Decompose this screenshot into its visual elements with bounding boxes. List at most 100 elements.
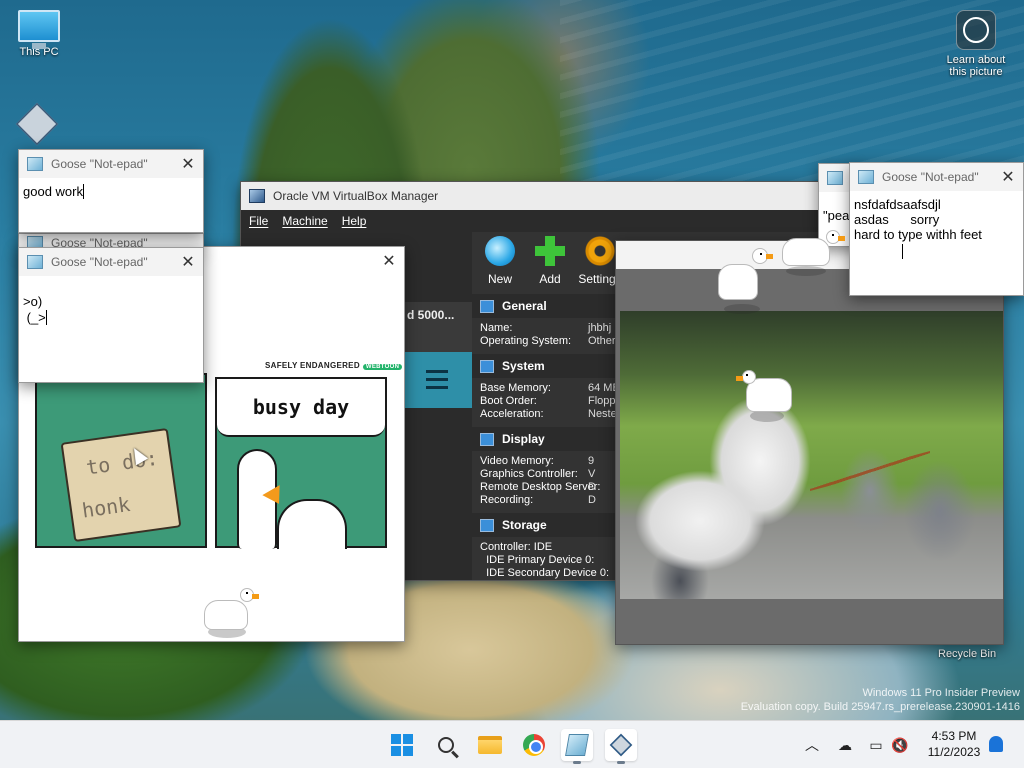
- virtualbox-icon: [15, 102, 59, 146]
- video-window[interactable]: [615, 240, 1004, 645]
- camera-icon: [956, 10, 996, 50]
- menu-file[interactable]: File: [249, 214, 268, 228]
- new-button[interactable]: New: [478, 236, 522, 294]
- section-title: General: [502, 299, 547, 313]
- new-label: New: [487, 272, 512, 286]
- notepad-window[interactable]: Goose "Not-epad" ✕ >o) (_>: [18, 247, 204, 383]
- notepad-text-area[interactable]: nsfdafdsaafsdjl asdas sorry hard to type…: [850, 191, 1023, 248]
- video-frame[interactable]: [620, 311, 1003, 599]
- comic-brand: SAFELY ENDANGERED WEBTOON: [265, 361, 403, 370]
- detail-key: Acceleration:: [480, 408, 544, 420]
- text-caret: [82, 184, 84, 199]
- window-titlebar[interactable]: Goose "Not-epad" ✕: [19, 150, 203, 178]
- monitor-icon: [18, 10, 60, 49]
- virtualbox-icon: [249, 189, 265, 203]
- detail-key: Name:: [480, 322, 513, 334]
- comic-panel-busy-day: busy day: [215, 377, 387, 549]
- mud-trail: [810, 451, 930, 491]
- windows-watermark: Windows 11 Pro Insider Preview Evaluatio…: [741, 686, 1020, 714]
- notepad-text-area[interactable]: good work: [19, 178, 203, 206]
- volume-muted-icon: 🔇: [891, 736, 909, 753]
- network-icon-button[interactable]: ▭: [866, 721, 886, 768]
- storage-icon: [480, 518, 494, 532]
- close-icon[interactable]: ✕: [173, 248, 203, 276]
- virtualbox-icon: [609, 733, 633, 757]
- tray-app-icon[interactable]: ☁: [834, 721, 856, 768]
- recycle-bin-label[interactable]: Recycle Bin: [938, 648, 996, 660]
- brand-text: SAFELY ENDANGERED: [265, 361, 360, 370]
- desktop-icon-label: Learn about this picture: [946, 54, 1006, 78]
- cloud-off-icon: ☁: [838, 736, 852, 753]
- notepad-window[interactable]: Goose "Not-epad" ✕ good work: [18, 149, 204, 233]
- notepad-taskbar-button[interactable]: [561, 729, 593, 764]
- display-icon: [480, 432, 494, 446]
- text-caret: [45, 310, 47, 325]
- detail-key: Recording:: [480, 494, 534, 506]
- virtualbox-taskbar-button[interactable]: [605, 729, 637, 764]
- notepad-icon: [565, 734, 589, 756]
- vm-list-item[interactable]: d 5000...: [401, 302, 472, 358]
- section-title: Display: [502, 432, 545, 446]
- add-button[interactable]: Add: [528, 236, 572, 294]
- start-button[interactable]: [386, 729, 418, 761]
- watermark-line1: Windows 11 Pro Insider Preview: [862, 687, 1020, 699]
- search-button[interactable]: [430, 729, 462, 761]
- chrome-button[interactable]: [518, 729, 550, 761]
- desktop-icon-learn-about-picture[interactable]: Learn about this picture: [936, 10, 1016, 78]
- add-label: Add: [539, 272, 561, 286]
- detail-value: jhbhj: [588, 322, 612, 334]
- close-icon[interactable]: ✕: [993, 163, 1023, 191]
- notepad-icon: [858, 170, 874, 184]
- taskbar: ︿ ☁ ▭ 🔇 4:53 PM 11/2/2023: [0, 720, 1024, 768]
- window-title: Goose "Not-epad": [51, 255, 148, 269]
- desktop-goose[interactable]: [202, 586, 262, 642]
- desktop-icon-virtualbox[interactable]: [12, 102, 62, 148]
- detail-value: D: [588, 494, 596, 506]
- desktop-icon-this-pc[interactable]: This PC: [0, 10, 78, 58]
- chip-icon: [480, 359, 494, 373]
- notepad-icon: [827, 171, 843, 185]
- close-icon[interactable]: ✕: [173, 150, 203, 178]
- windows-logo-icon: [391, 734, 413, 756]
- detail-key: Base Memory:: [480, 382, 551, 394]
- notepad-text-area[interactable]: >o) (_>: [19, 276, 203, 332]
- detail-value: 9: [588, 455, 595, 467]
- notepad-text: "pea: [823, 208, 850, 223]
- close-icon[interactable]: ✕: [374, 247, 404, 275]
- section-title: Storage: [502, 518, 547, 532]
- file-explorer-button[interactable]: [474, 729, 506, 761]
- desktop-goose[interactable]: [712, 246, 773, 316]
- window-title: Oracle VM VirtualBox Manager: [273, 189, 439, 203]
- menu-bar: File Machine Help: [241, 210, 819, 232]
- notification-bell-icon[interactable]: [989, 736, 1003, 752]
- text-caret: [902, 244, 903, 259]
- comic-panel-todo: to do: honk: [35, 373, 207, 548]
- window-titlebar[interactable]: Goose "Not-epad" ✕: [19, 248, 203, 276]
- goose-wing-illustration: [277, 499, 347, 549]
- chrome-icon: [523, 734, 545, 756]
- vm-details-toggle[interactable]: [401, 352, 472, 408]
- scroll-line1: to do:: [84, 445, 160, 480]
- notepad-icon: [27, 157, 43, 171]
- detail-key: Boot Order:: [480, 395, 537, 407]
- window-titlebar[interactable]: Oracle VM VirtualBox Manager: [241, 182, 819, 210]
- show-hidden-icons-button[interactable]: ︿: [802, 721, 822, 768]
- menu-help[interactable]: Help: [342, 214, 367, 228]
- detail-key: IDE Primary Device 0:: [480, 554, 595, 566]
- detail-value: D: [588, 481, 596, 493]
- notepad-window[interactable]: Goose "Not-epad" ✕ nsfdafdsaafsdjl asdas…: [849, 162, 1024, 296]
- window-titlebar[interactable]: Goose "Not-epad" ✕: [850, 163, 1023, 191]
- watermark-line2: Evaluation copy. Build 25947.rs_prerelea…: [740, 701, 1020, 713]
- desktop-goose[interactable]: [736, 364, 796, 424]
- desktop-goose[interactable]: [780, 228, 850, 278]
- monitor-icon: [480, 299, 494, 313]
- detail-value: V: [588, 468, 596, 480]
- clock-date: 11/2/2023: [927, 745, 981, 759]
- window-title: Goose "Not-epad": [882, 170, 979, 184]
- detail-key: Remote Desktop Server:: [480, 481, 601, 493]
- volume-icon-button[interactable]: 🔇: [890, 721, 910, 768]
- menu-machine[interactable]: Machine: [282, 214, 327, 228]
- thought-bubble: busy day: [217, 379, 385, 437]
- brand-badge: WEBTOON: [362, 364, 403, 370]
- clock[interactable]: 4:53 PM 11/2/2023: [918, 728, 990, 760]
